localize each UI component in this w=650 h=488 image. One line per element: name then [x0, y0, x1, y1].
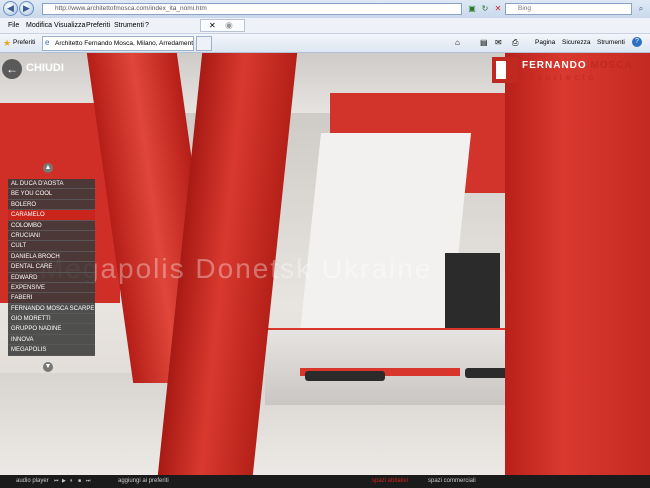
help-icon[interactable]: ? — [632, 37, 642, 47]
refresh-icon[interactable]: ↻ — [479, 3, 491, 15]
logo-mark-inner — [496, 61, 506, 79]
scroll-up-button[interactable]: ▲ — [43, 163, 53, 173]
mail-icon[interactable]: ✉ — [495, 38, 502, 47]
site-logo[interactable]: FERNANDO MOSCA arquitecto — [492, 57, 642, 89]
list-item[interactable]: FERNANDO MOSCA SCARPE — [8, 303, 95, 315]
star-icon[interactable]: ★ — [3, 38, 11, 49]
logo-name-first: FERNANDO — [522, 60, 587, 71]
list-item[interactable]: EDWARD — [8, 272, 95, 283]
audio-next-icon[interactable]: ⏭ — [86, 478, 91, 484]
menu-visualizza[interactable]: Visualizza — [54, 22, 85, 29]
back-button[interactable]: ◀ — [3, 1, 18, 16]
link-spazi-commerciali[interactable]: spazi commerciali — [428, 478, 476, 484]
audio-stop-icon[interactable]: ■ — [78, 478, 81, 484]
list-item[interactable]: GIO MORETTI — [8, 314, 95, 325]
menu-file[interactable]: File — [8, 22, 19, 29]
watermark-text: Megapolis Donetsk Ukraine — [40, 253, 433, 284]
list-item[interactable]: MEGAPOLIS — [8, 345, 95, 356]
address-bar[interactable]: http://www.architettofmosca.com/index_it… — [42, 3, 462, 15]
print-icon[interactable]: ⎙ — [512, 38, 518, 48]
list-item[interactable]: EXPENSIVE — [8, 282, 95, 294]
site-viewport: Megapolis Donetsk Ukraine ← CHIUDI FERNA… — [0, 53, 650, 475]
favorites-button[interactable]: Preferiti — [13, 39, 35, 46]
link-spazi-abitativi[interactable]: spazi abitativi — [372, 478, 408, 484]
audio-player-label: audio player — [16, 478, 49, 484]
add-favorites-link[interactable]: aggiungi ai preferiti — [118, 478, 169, 484]
list-item[interactable]: CRUCIANI — [8, 230, 95, 242]
list-item-selected[interactable]: CARAMELO — [8, 210, 95, 221]
stop-icon[interactable]: ✕ — [492, 3, 504, 15]
list-item[interactable]: BOLERO — [8, 199, 95, 211]
menu-strumenti[interactable]: Strumenti — [114, 22, 144, 29]
close-toolbar-icon[interactable]: ✕ — [209, 21, 216, 30]
list-item[interactable]: DANIELA BROCH — [8, 251, 95, 263]
audio-play-icon[interactable]: ▶ — [62, 478, 66, 484]
list-item[interactable]: BE YOU COOL — [8, 189, 95, 200]
audio-pause-icon[interactable]: ⏸ — [70, 478, 73, 484]
home-icon[interactable]: ⌂ — [455, 38, 460, 47]
command-pagina[interactable]: Pagina — [535, 39, 555, 46]
folded-clothes — [305, 371, 385, 381]
search-input[interactable]: Bing — [505, 3, 632, 15]
search-icon[interactable]: ⌕ — [635, 3, 647, 15]
command-strumenti[interactable]: Strumenti — [597, 39, 625, 46]
logo-name-last: MOSCA — [590, 60, 633, 71]
logo-subtitle: arquitecto — [522, 73, 598, 82]
list-item[interactable]: CULT — [8, 241, 95, 252]
toolbar-addon[interactable] — [200, 19, 245, 32]
scroll-down-button[interactable]: ▼ — [43, 362, 53, 372]
menu-help[interactable]: ? — [145, 22, 149, 29]
display-counter — [265, 328, 527, 405]
audio-prev-icon[interactable]: ⏮ — [54, 478, 59, 484]
list-item[interactable]: AL DUCA D'AOSTA — [8, 179, 95, 190]
list-item[interactable]: DENTAL CARE — [8, 262, 95, 273]
compat-icon[interactable]: ▣ — [466, 3, 478, 15]
tab-active[interactable]: Architetto Fernando Mosca, Milano, Arred… — [42, 36, 194, 51]
menu-modifica[interactable]: Modifica — [26, 22, 52, 29]
close-label: CHIUDI — [26, 62, 64, 74]
command-sicurezza[interactable]: Sicurezza — [562, 39, 591, 46]
forward-button[interactable]: ▶ — [19, 1, 34, 16]
list-item[interactable]: FABERI — [8, 293, 95, 304]
site-footer: audio player ⏮ ▶ ⏸ ■ ⏭ aggiungi ai prefe… — [0, 475, 650, 488]
logo-name: FERNANDO MOSCA — [522, 60, 633, 71]
project-list: AL DUCA D'AOSTA BE YOU COOL BOLERO CARAM… — [8, 179, 95, 356]
list-item[interactable]: INNOVA — [8, 334, 95, 346]
list-item[interactable]: COLOMBO — [8, 220, 95, 231]
list-item[interactable]: GRUPPO NADINE — [8, 324, 95, 335]
page-icon: e — [45, 38, 50, 47]
new-tab-button[interactable] — [196, 36, 212, 51]
menu-preferiti[interactable]: Preferiti — [86, 22, 110, 29]
feed-icon[interactable]: ▤ — [480, 38, 488, 47]
addon-icon[interactable]: ◉ — [225, 20, 233, 31]
arrow-left-icon: ← — [2, 59, 22, 79]
